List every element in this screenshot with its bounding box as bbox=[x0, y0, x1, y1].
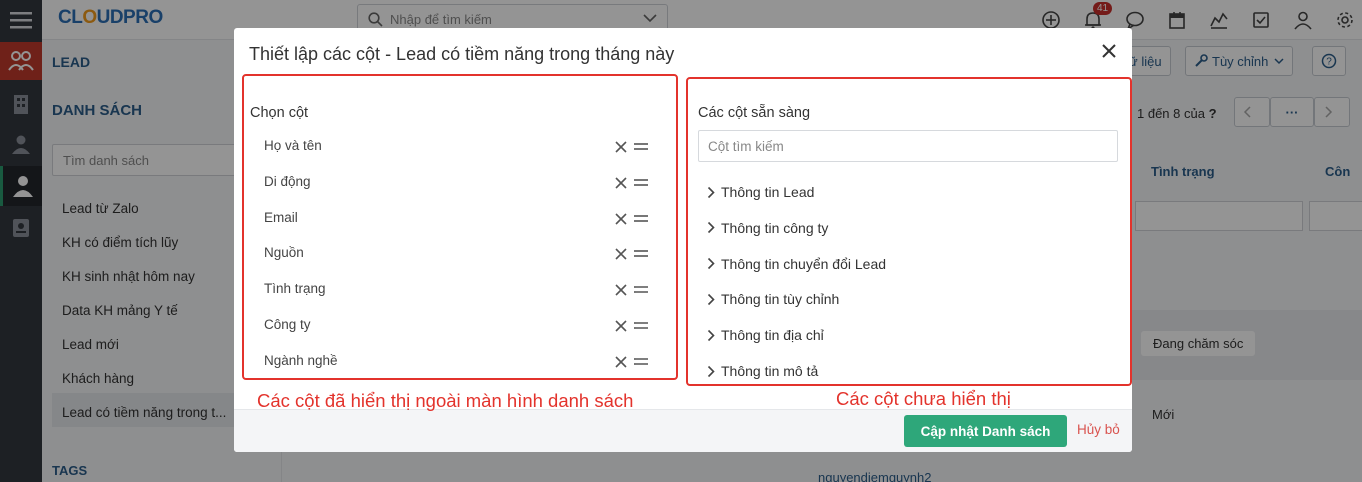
column-group-label: Thông tin địa chỉ bbox=[721, 327, 824, 344]
cancel-button[interactable]: Hủy bỏ bbox=[1077, 422, 1120, 437]
update-list-button[interactable]: Cập nhật Danh sách bbox=[904, 415, 1067, 447]
selected-column-label: Tình trạng bbox=[264, 281, 326, 297]
available-columns-panel: Các cột sẵn sàng Cột tìm kiếm Thông tin … bbox=[686, 77, 1132, 386]
remove-column-icon[interactable] bbox=[615, 248, 627, 260]
remove-column-icon[interactable] bbox=[615, 320, 627, 332]
chevron-right-icon bbox=[707, 258, 715, 270]
column-group-label: Thông tin công ty bbox=[721, 219, 829, 236]
modal-title: Thiết lập các cột - Lead có tiềm năng tr… bbox=[249, 44, 675, 64]
chevron-right-icon bbox=[707, 329, 715, 341]
annotation-displayed-columns: Các cột đã hiển thị ngoài màn hình danh … bbox=[257, 390, 634, 411]
drag-handle-icon[interactable] bbox=[634, 142, 648, 152]
chevron-right-icon bbox=[707, 186, 715, 198]
chevron-right-icon bbox=[707, 293, 715, 305]
remove-column-icon[interactable] bbox=[615, 284, 627, 296]
selected-column-label: Nguồn bbox=[264, 245, 304, 261]
available-columns-heading: Các cột sẵn sàng bbox=[698, 105, 811, 121]
column-group-label: Thông tin Lead bbox=[721, 184, 815, 200]
chevron-right-icon bbox=[707, 365, 715, 377]
selected-column-label: Công ty bbox=[264, 317, 311, 332]
column-search-placeholder: Cột tìm kiếm bbox=[708, 139, 784, 154]
column-group-item[interactable]: Thông tin công ty bbox=[707, 220, 828, 236]
selected-column-label: Di động bbox=[264, 173, 311, 189]
remove-column-icon[interactable] bbox=[615, 141, 627, 153]
column-group-item[interactable]: Thông tin tùy chỉnh bbox=[707, 291, 839, 307]
column-group-item[interactable]: Thông tin mô tả bbox=[707, 363, 818, 379]
column-group-label: Thông tin mô tả bbox=[721, 363, 819, 379]
drag-handle-icon[interactable] bbox=[634, 357, 648, 367]
drag-handle-icon[interactable] bbox=[634, 249, 648, 259]
column-group-label: Thông tin chuyển đổi Lead bbox=[721, 255, 887, 272]
column-group-item[interactable]: Thông tin địa chỉ bbox=[707, 327, 824, 343]
selected-column-label: Email bbox=[264, 209, 298, 225]
column-group-item[interactable]: Thông tin chuyển đổi Lead bbox=[707, 256, 886, 272]
selected-column-label: Ngành nghề bbox=[264, 352, 338, 368]
close-icon[interactable] bbox=[1100, 42, 1118, 60]
chevron-right-icon bbox=[707, 222, 715, 234]
remove-column-icon[interactable] bbox=[615, 177, 627, 189]
column-search-input[interactable]: Cột tìm kiếm bbox=[698, 130, 1118, 162]
selected-columns-heading: Chọn cột bbox=[250, 105, 309, 121]
selected-column-label: Họ và tên bbox=[264, 138, 322, 153]
annotation-hidden-columns: Các cột chưa hiển thị bbox=[836, 388, 1011, 409]
column-group-item[interactable]: Thông tin Lead bbox=[707, 184, 814, 200]
remove-column-icon[interactable] bbox=[615, 356, 627, 368]
drag-handle-icon[interactable] bbox=[634, 214, 648, 224]
column-group-label: Thông tin tùy chỉnh bbox=[721, 291, 840, 308]
remove-column-icon[interactable] bbox=[615, 213, 627, 225]
selected-columns-panel: Chọn cột Họ và tên Di động Email Nguồn Tình … bbox=[242, 74, 678, 380]
drag-handle-icon[interactable] bbox=[634, 178, 648, 188]
drag-handle-icon[interactable] bbox=[634, 285, 648, 295]
drag-handle-icon[interactable] bbox=[634, 321, 648, 331]
